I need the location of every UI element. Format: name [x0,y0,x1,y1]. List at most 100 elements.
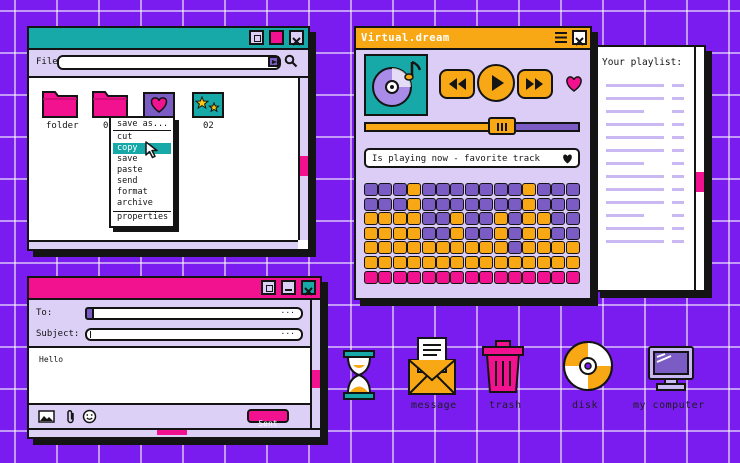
attachment-icon[interactable] [66,409,76,424]
mail-vertical-scrollbar[interactable] [310,300,320,429]
emoji-icon[interactable] [82,409,97,424]
equalizer-cell [392,256,407,269]
equalizer-cell [551,226,566,240]
equalizer-cell [378,197,393,211]
to-dropdown-button[interactable] [85,307,94,320]
mail-titlebar[interactable] [29,278,320,300]
playlist-track-line[interactable] [606,214,644,217]
scrollbar-thumb[interactable] [312,370,320,388]
folder-item[interactable] [42,88,78,122]
menu-item-properties[interactable]: properties [113,211,171,223]
trash-desktop-icon[interactable] [480,339,526,399]
equalizer-visualizer [364,180,582,290]
playlist-track-duration-line [672,123,684,126]
close-button[interactable] [301,280,316,296]
mail-window: To: ... Subject: ... Hello Sent [27,276,322,439]
scrollbar-thumb[interactable] [696,172,704,192]
menu-item-format[interactable]: format [113,187,171,198]
equalizer-cell [464,270,479,284]
close-button[interactable] [572,30,587,46]
equalizer-cell [364,241,378,255]
equalizer-cell [565,226,580,240]
play-icon [492,75,504,91]
equalizer-cell [378,241,393,255]
equalizer-cell [565,212,580,226]
equalizer-cell [392,212,407,226]
playlist-scrollbar[interactable] [694,47,704,290]
disk-desktop-icon[interactable] [561,339,615,397]
menu-item-cut[interactable]: cut [113,132,171,143]
to-input[interactable]: ... [85,306,303,320]
scrollbar-thumb[interactable] [300,156,308,176]
more-icon: ... [280,306,295,315]
equalizer-cell [508,212,522,226]
minimize-button[interactable] [249,30,264,45]
track-progress-bar[interactable] [364,122,580,132]
equalizer-cell [407,197,422,211]
playlist-track-line[interactable] [606,84,664,87]
equalizer-cell [508,256,522,269]
file-menu-label[interactable]: File [36,57,58,67]
folder-icon [42,91,78,118]
equalizer-cell [364,212,378,226]
progress-slider-handle[interactable] [488,117,516,135]
explorer-titlebar[interactable] [29,28,308,50]
playlist-track-line[interactable] [606,136,664,139]
search-icon[interactable] [284,54,298,68]
trash-icon [482,340,524,393]
mail-horizontal-scrollbar[interactable] [29,428,320,437]
path-dropdown-button[interactable] [268,56,279,67]
playlist-track-line[interactable] [606,201,664,204]
mail-body-text[interactable]: Hello [39,355,63,364]
maximize-button[interactable] [281,280,296,295]
playlist-track-line[interactable] [606,97,664,100]
equalizer-cell [508,270,522,284]
menu-item-save[interactable]: save [113,154,171,165]
play-arrow-icon [272,59,277,64]
equalizer-cell [493,270,508,284]
playlist-track-line[interactable] [606,188,664,191]
now-playing-text: Is playing now - favorite track [372,154,540,164]
menu-item-paste[interactable]: paste [113,165,171,176]
image-icon[interactable] [38,410,55,423]
folder-label: 0 [103,121,109,131]
hourglass-desktop-icon[interactable] [342,349,376,405]
playlist-track-line[interactable] [606,240,664,243]
message-desktop-icon[interactable] [405,336,459,400]
equalizer-cell [407,212,422,226]
player-titlebar[interactable]: Virtual.dream [356,28,590,50]
playlist-track-line[interactable] [606,175,664,178]
menu-item-save-as[interactable]: save as... [113,119,171,131]
minimize-button[interactable] [261,280,276,295]
equalizer-cell [421,183,436,196]
equalizer-cell [522,256,537,269]
explorer-horizontal-scrollbar[interactable] [29,240,298,249]
next-button[interactable] [517,69,553,99]
playlist-title: Your playlist: [602,57,683,68]
heart-icon[interactable] [565,76,583,92]
menu-icon[interactable] [554,31,568,44]
menu-item-archive[interactable]: archive [113,198,171,209]
path-input[interactable] [57,55,281,70]
playlist-track-line[interactable] [606,110,644,113]
my-computer-desktop-icon[interactable] [645,345,697,397]
stars-file-item[interactable] [192,92,224,122]
explorer-vertical-scrollbar[interactable] [298,78,308,240]
subject-input[interactable]: ... [85,327,303,341]
menu-item-send[interactable]: send [113,176,171,187]
playlist-track-line[interactable] [606,227,664,230]
envelope-icon [408,337,456,395]
send-button[interactable]: Sent [247,409,289,428]
menu-item-copy[interactable]: copy [113,143,171,154]
playlist-track-line[interactable] [606,123,664,126]
scrollbar-thumb[interactable] [157,430,187,435]
playlist-track-line[interactable] [606,162,644,165]
equalizer-cell [436,212,450,226]
maximize-button[interactable] [269,30,284,45]
playlist-track-line[interactable] [606,149,664,152]
equalizer-cell [493,183,508,196]
previous-button[interactable] [439,69,475,99]
close-button[interactable] [289,30,304,46]
play-button[interactable] [477,64,515,102]
equalizer-cell [464,212,479,226]
